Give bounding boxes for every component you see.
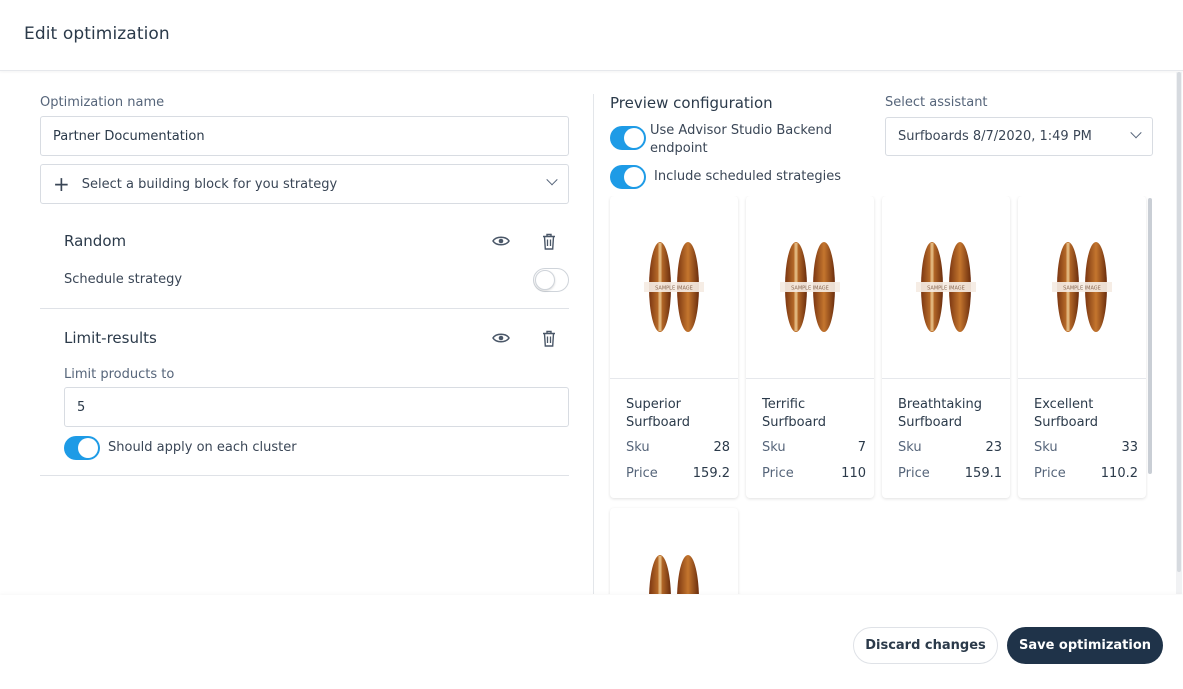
price-value: 159.1	[964, 466, 1002, 481]
scheduled-strategies-label: Include scheduled strategies	[654, 169, 842, 184]
schedule-strategy-label: Schedule strategy	[64, 272, 183, 287]
sample-image-text: SAMPLE IMAGE	[1063, 286, 1101, 292]
price-value: 110	[841, 466, 866, 481]
sku-value: 33	[1121, 440, 1138, 455]
product-card[interactable]: SAMPLE IMAGE Superior Surfboard Sku 28 Pr…	[610, 196, 738, 498]
schedule-strategy-toggle[interactable]	[533, 268, 569, 292]
eye-icon[interactable]	[491, 328, 511, 348]
product-image: SAMPLE IMAGE	[746, 196, 874, 379]
product-card[interactable]	[610, 508, 738, 594]
preview-title: Preview configuration	[610, 94, 773, 112]
preview-scrollbar[interactable]	[1148, 198, 1152, 474]
footer-bar	[0, 595, 1183, 689]
backend-endpoint-toggle[interactable]	[610, 126, 646, 150]
strategy-panel: Optimization name Partner Documentation …	[40, 94, 569, 476]
backend-endpoint-label: Use Advisor Studio Backend endpoint	[650, 123, 832, 156]
assistant-label: Select assistant	[885, 95, 988, 110]
page-header: Edit optimization	[0, 0, 1183, 71]
toggle-knob	[78, 438, 98, 458]
product-sku-row: Sku 7	[746, 440, 874, 458]
block-title: Limit-results	[64, 329, 157, 347]
scheduled-strategies-option: Include scheduled strategies	[610, 165, 841, 189]
price-label: Price	[626, 466, 658, 481]
toggle-knob	[624, 128, 644, 148]
sample-image-text: SAMPLE IMAGE	[655, 286, 693, 292]
price-label: Price	[898, 466, 930, 481]
sku-label: Sku	[1034, 440, 1058, 455]
strategy-block-random: Random Schedule strategy	[40, 204, 569, 309]
sample-image-text: SAMPLE IMAGE	[791, 286, 829, 292]
chevron-down-icon	[546, 174, 558, 186]
price-label: Price	[1034, 466, 1066, 481]
sku-value: 28	[713, 440, 730, 455]
price-value: 159.2	[692, 466, 730, 481]
price-value: 110.2	[1100, 466, 1138, 481]
optimization-name-input[interactable]: Partner Documentation	[40, 116, 569, 156]
product-name: Superior Surfboard	[626, 397, 690, 430]
chevron-down-icon	[1130, 126, 1142, 138]
product-card[interactable]: SAMPLE IMAGE Excellent Surfboard Sku 33 P…	[1018, 196, 1146, 498]
product-name: Breathtaking Surfboard	[898, 397, 982, 430]
strategy-block-limit-results: Limit-results Limit products to 5 Should…	[40, 309, 569, 476]
save-optimization-button[interactable]: Save optimization	[1007, 627, 1163, 664]
product-card[interactable]: SAMPLE IMAGE Breathtaking Surfboard Sku 2…	[882, 196, 1010, 498]
block-title: Random	[64, 232, 127, 250]
toggle-knob	[535, 270, 555, 290]
panel-divider	[593, 94, 594, 594]
sku-label: Sku	[898, 440, 922, 455]
plus-icon: +	[53, 172, 70, 196]
eye-icon[interactable]	[491, 231, 511, 251]
building-block-placeholder: Select a building block for you strategy	[81, 176, 338, 192]
product-card[interactable]: SAMPLE IMAGE Terrific Surfboard Sku 7 Pri…	[746, 196, 874, 498]
optimization-name-label: Optimization name	[40, 95, 165, 110]
backend-endpoint-option: Use Advisor Studio Backend endpoint	[610, 122, 860, 158]
product-image	[610, 508, 738, 594]
sku-value: 23	[985, 440, 1002, 455]
assistant-value: Surfboards 8/7/2020, 1:49 PM	[898, 129, 1092, 144]
limit-products-label: Limit products to	[64, 367, 175, 382]
product-price-row: Price 110	[746, 466, 874, 484]
product-price-row: Price 110.2	[1018, 466, 1146, 484]
assistant-select[interactable]: Surfboards 8/7/2020, 1:49 PM	[885, 117, 1153, 156]
sku-label: Sku	[626, 440, 650, 455]
building-block-select[interactable]: + Select a building block for you strate…	[40, 164, 569, 204]
apply-each-cluster-label: Should apply on each cluster	[108, 440, 297, 455]
sku-label: Sku	[762, 440, 786, 455]
product-sku-row: Sku 33	[1018, 440, 1146, 458]
toggle-knob	[624, 167, 644, 187]
apply-each-cluster-toggle[interactable]	[64, 436, 100, 460]
product-image: SAMPLE IMAGE	[882, 196, 1010, 379]
limit-products-input[interactable]: 5	[64, 387, 569, 427]
product-name: Terrific Surfboard	[762, 397, 826, 430]
page-title: Edit optimization	[24, 24, 170, 44]
page-scrollbar-thumb[interactable]	[1177, 72, 1181, 572]
scheduled-strategies-toggle[interactable]	[610, 165, 646, 189]
product-price-row: Price 159.1	[882, 466, 1010, 484]
product-image: SAMPLE IMAGE	[1018, 196, 1146, 379]
product-sku-row: Sku 28	[610, 440, 738, 458]
product-image: SAMPLE IMAGE	[610, 196, 738, 379]
price-label: Price	[762, 466, 794, 481]
page-scrollbar[interactable]	[1176, 72, 1182, 594]
product-preview-grid[interactable]: SAMPLE IMAGE Superior Surfboard Sku 28 Pr…	[608, 196, 1148, 594]
sample-image-text: SAMPLE IMAGE	[927, 286, 965, 292]
product-name: Excellent Surfboard	[1034, 397, 1098, 430]
product-sku-row: Sku 23	[882, 440, 1010, 458]
trash-icon[interactable]	[539, 231, 559, 251]
trash-icon[interactable]	[539, 328, 559, 348]
discard-changes-button[interactable]: Discard changes	[853, 627, 998, 664]
product-price-row: Price 159.2	[610, 466, 738, 484]
sku-value: 7	[857, 440, 866, 455]
